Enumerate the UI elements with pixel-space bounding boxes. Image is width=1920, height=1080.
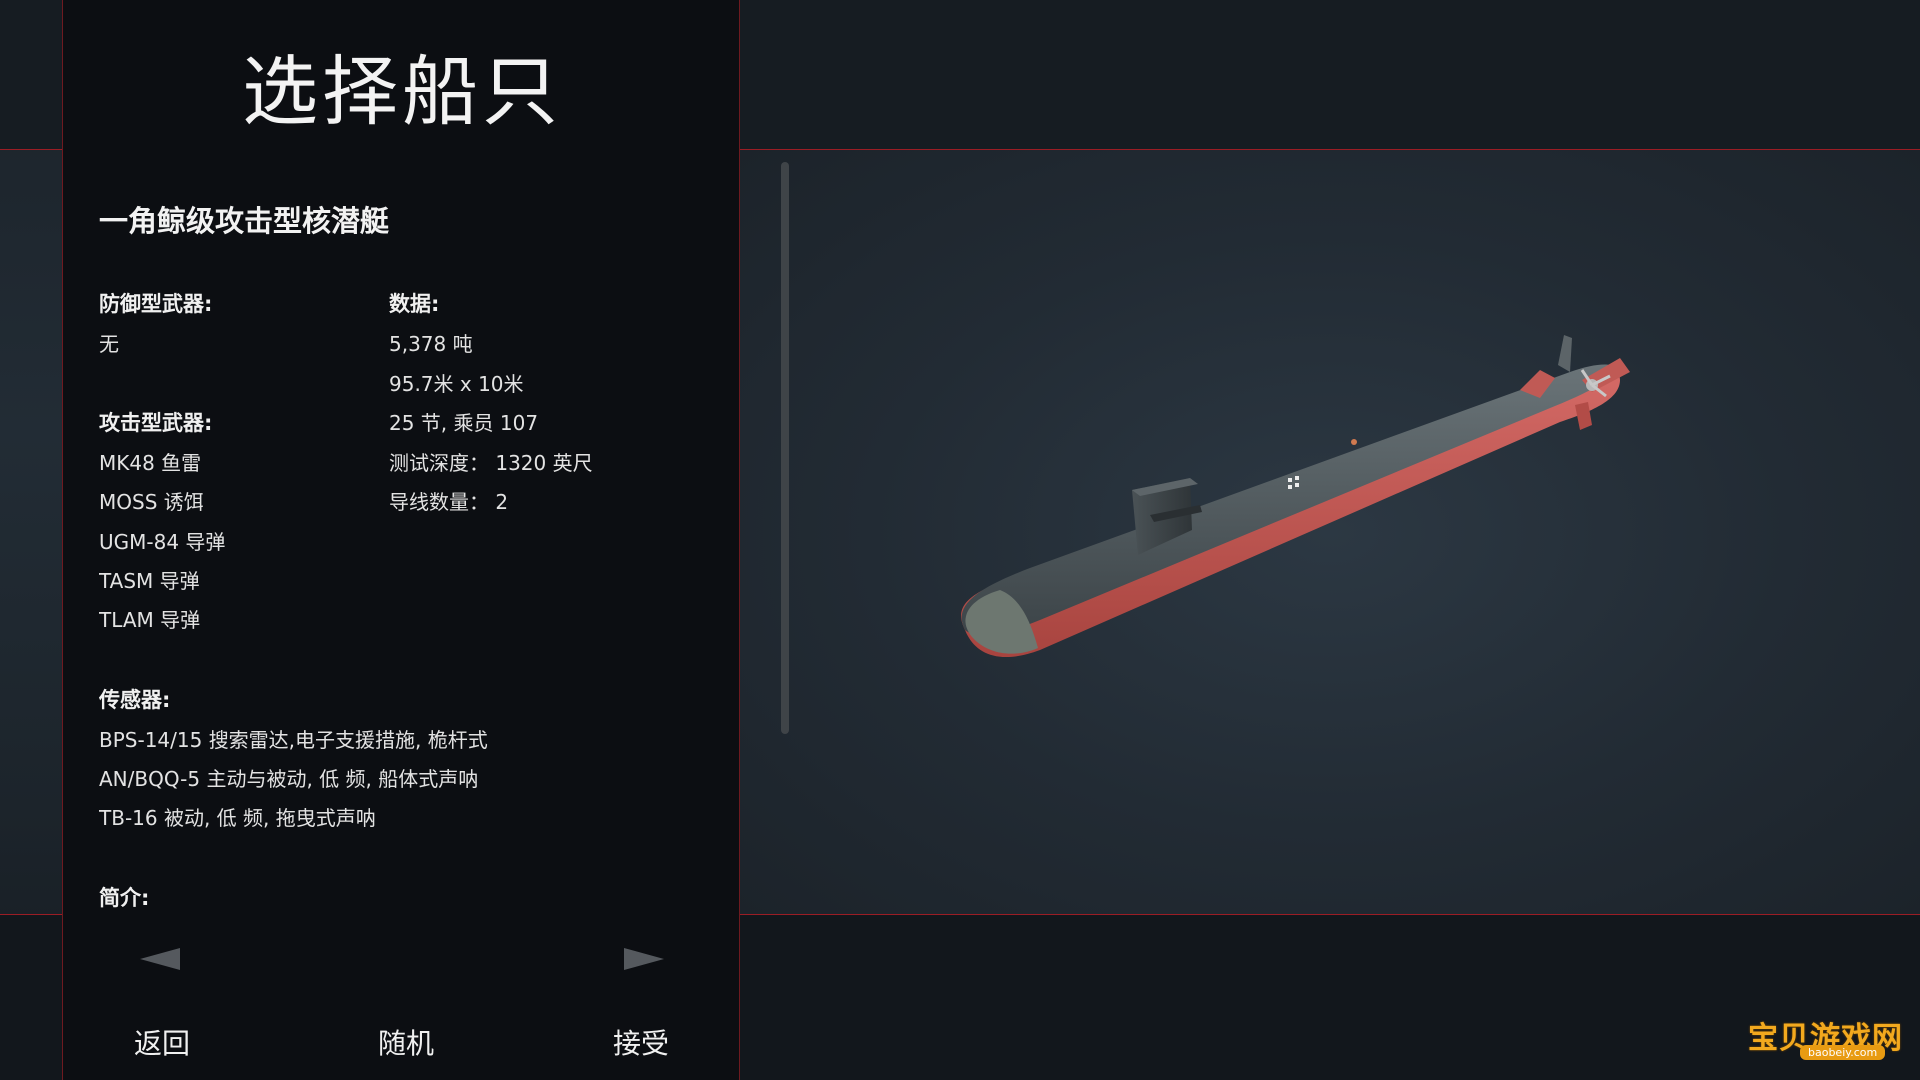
ship-preview-viewport[interactable]	[740, 150, 1920, 915]
arrow-right-icon[interactable]	[624, 948, 664, 970]
sensor-item: AN/BQQ-5 主动与被动, 低 频, 船体式声呐	[99, 767, 479, 791]
attack-weapon-item: MK48 鱼雷	[99, 451, 202, 475]
page-title: 选择船只	[242, 47, 562, 136]
ship-info-panel: 选择船只 一角鲸级攻击型核潜艇 防御型武器: 无 数据: 5,378 吨 95.…	[62, 0, 789, 1080]
submarine-model	[961, 335, 1630, 658]
ship-name: 一角鲸级攻击型核潜艇	[99, 204, 390, 238]
attack-weapons-label: 攻击型武器:	[99, 411, 213, 435]
details-scrollbar[interactable]	[781, 162, 789, 734]
accept-button[interactable]: 接受	[613, 1022, 669, 1062]
preview-grid	[740, 150, 1920, 915]
ship-details-scroll[interactable]: 一角鲸级攻击型核潜艇 防御型武器: 无 数据: 5,378 吨 95.7米 x …	[99, 188, 699, 910]
sensor-item: TB-16 被动, 低 频, 拖曳式声呐	[99, 806, 376, 830]
random-button[interactable]: 随机	[378, 1022, 434, 1062]
spec-wire-count: 导线数量： 2	[389, 490, 509, 514]
back-button[interactable]: 返回	[134, 1022, 190, 1062]
defense-weapons-label: 防御型武器:	[99, 292, 213, 316]
arrow-left-icon[interactable]	[140, 948, 180, 970]
defense-weapon-item: 无	[99, 332, 119, 356]
spec-test-depth: 测试深度： 1320 英尺	[389, 451, 593, 475]
sensor-item: BPS-14/15 搜索雷达,电子支援措施, 桅杆式	[99, 728, 488, 752]
attack-weapon-item: TASM 导弹	[99, 569, 200, 593]
watermark-logo: 宝贝游戏网 baobeiy.com	[1740, 985, 1910, 1075]
attack-weapon-item: UGM-84 导弹	[99, 530, 226, 554]
spec-speed-crew: 25 节, 乘员 107	[389, 411, 539, 435]
specs-label: 数据:	[389, 292, 440, 316]
spec-displacement: 5,378 吨	[389, 332, 473, 356]
sensors-label: 传感器:	[99, 688, 171, 712]
spec-dimensions: 95.7米 x 10米	[389, 372, 524, 396]
intro-label: 简介:	[99, 886, 150, 910]
attack-weapon-item: MOSS 诱饵	[99, 490, 204, 514]
game-screen: 选择船只 一角鲸级攻击型核潜艇 防御型武器: 无 数据: 5,378 吨 95.…	[0, 0, 1920, 1080]
attack-weapon-item: TLAM 导弹	[99, 608, 201, 632]
watermark-url: baobeiy.com	[1800, 1045, 1886, 1060]
